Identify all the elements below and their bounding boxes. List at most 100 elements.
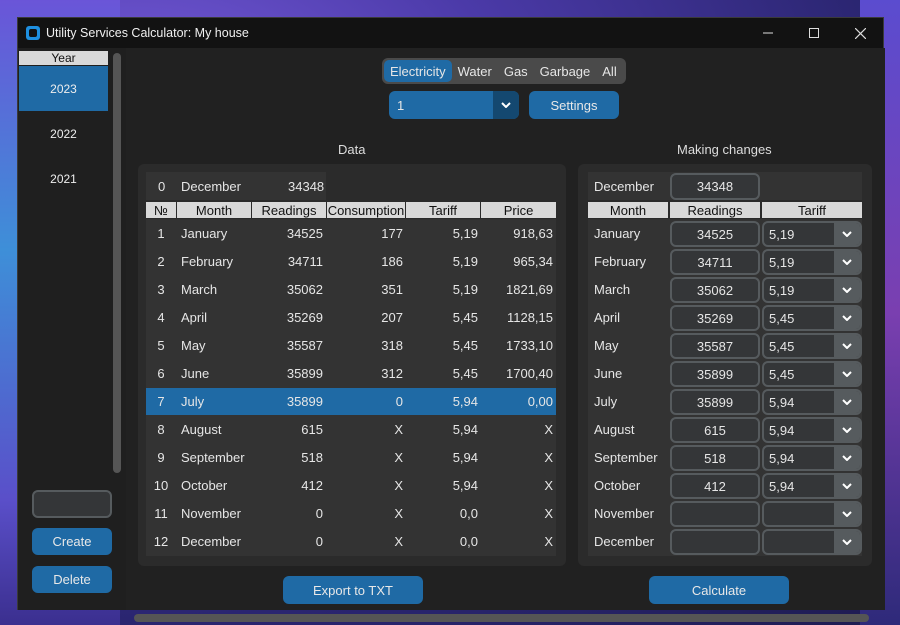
tariff-select-value: 5,94 [769,394,795,410]
tab-gas[interactable]: Gas [498,60,534,82]
table-row[interactable]: 11 November 0 X 0,0 X [138,500,566,527]
meter-select-value: 1 [397,97,405,113]
year-input[interactable] [32,490,112,518]
tariff-select[interactable]: 5,94 [762,389,862,415]
chevron-down-icon[interactable] [834,363,860,385]
start-month-label: December [594,179,654,194]
tariff-select-value: 5,45 [769,366,795,382]
maximize-button[interactable] [791,18,837,48]
reading-field[interactable]: 34525 [670,221,760,247]
tariff-select[interactable]: 5,45 [762,361,862,387]
close-icon [854,27,866,39]
chevron-down-icon[interactable] [834,419,860,441]
cell-tariff: 5,94 [452,394,478,409]
close-button[interactable] [837,18,883,48]
cell-readings: 0 [315,534,323,549]
cell-readings: 34525 [286,226,323,241]
chevron-down-icon[interactable] [834,335,860,357]
cell-no: 5 [157,338,165,353]
cell-consumption: 318 [381,338,403,353]
reading-field[interactable] [670,529,760,555]
chevron-down-icon[interactable] [834,279,860,301]
calculate-button[interactable]: Calculate [649,576,789,604]
chevron-down-icon[interactable] [834,223,860,245]
reading-field[interactable]: 615 [670,417,760,443]
reading-field[interactable]: 412 [670,473,760,499]
cell-consumption: 186 [381,254,403,269]
tab-water[interactable]: Water [452,60,498,82]
chevron-down-icon[interactable] [834,475,860,497]
chevron-down-icon[interactable] [493,91,519,119]
chevron-down-icon[interactable] [834,391,860,413]
tab-all[interactable]: All [596,60,622,82]
table-row[interactable]: 3 March 35062 351 5,19 1821,69 [138,276,566,303]
tariff-select[interactable]: 5,45 [762,305,862,331]
column-header-price: Price [481,202,556,218]
meter-select[interactable]: 1 [389,91,519,119]
column-header-no: № [146,202,176,218]
year-sidebar: Year 2023 2022 2021 Create Delete [18,48,126,610]
chevron-down-icon[interactable] [834,531,860,553]
tariff-select[interactable]: 5,94 [762,473,862,499]
month-label: September [594,450,658,465]
tariff-select[interactable] [762,529,862,555]
reading-field[interactable]: 35587 [670,333,760,359]
table-row[interactable]: 9 September 518 X 5,94 X [138,444,566,471]
year-item-2021[interactable]: 2021 [19,156,108,201]
table-row[interactable]: 5 May 35587 318 5,45 1733,10 [138,332,566,359]
year-item-2022[interactable]: 2022 [19,111,108,156]
tariff-select[interactable]: 5,19 [762,277,862,303]
cell-consumption: 0 [395,394,403,409]
cell-no: 6 [157,366,165,381]
reading-field[interactable]: 35062 [670,277,760,303]
reading-field[interactable]: 35899 [670,361,760,387]
cell-no: 9 [157,450,165,465]
tab-electricity[interactable]: Electricity [384,60,452,82]
tariff-select[interactable] [762,501,862,527]
tariff-select[interactable]: 5,45 [762,333,862,359]
tariff-select-value: 5,19 [769,254,795,270]
cell-price: 1821,69 [506,282,553,297]
year-item-2023[interactable]: 2023 [19,66,108,111]
chevron-down-icon[interactable] [834,251,860,273]
table-row[interactable]: 2 February 34711 186 5,19 965,34 [138,248,566,275]
tariff-select[interactable]: 5,19 [762,221,862,247]
sidebar-scrollbar[interactable] [113,53,121,473]
settings-button[interactable]: Settings [529,91,619,119]
reading-field[interactable]: 518 [670,445,760,471]
export-txt-button[interactable]: Export to TXT [283,576,423,604]
tab-garbage[interactable]: Garbage [534,60,597,82]
reading-field[interactable]: 35899 [670,389,760,415]
reading-field[interactable]: 35269 [670,305,760,331]
delete-button[interactable]: Delete [32,566,112,593]
cell-tariff: 5,45 [452,366,478,381]
cell-price: X [544,450,553,465]
chevron-down-icon[interactable] [834,447,860,469]
start-reading-field[interactable]: 34348 [670,173,760,200]
cell-no: 7 [157,394,165,409]
cell-tariff: 5,19 [452,226,478,241]
table-row[interactable]: 8 August 615 X 5,94 X [138,416,566,443]
tariff-select[interactable]: 5,94 [762,445,862,471]
reading-field[interactable] [670,501,760,527]
chevron-down-icon[interactable] [834,307,860,329]
tariff-select[interactable]: 5,94 [762,417,862,443]
table-row[interactable]: 4 April 35269 207 5,45 1128,15 [138,304,566,331]
cell-tariff: 5,94 [452,422,478,437]
reading-field[interactable]: 34711 [670,249,760,275]
table-row[interactable]: 12 December 0 X 0,0 X [138,528,566,555]
tariff-select[interactable]: 5,19 [762,249,862,275]
chevron-down-icon[interactable] [834,503,860,525]
table-row[interactable]: 7 July 35899 0 5,94 0,00 [138,388,566,415]
create-button[interactable]: Create [32,528,112,555]
cell-price: 1733,10 [506,338,553,353]
table-row[interactable]: 10 October 412 X 5,94 X [138,472,566,499]
edit-row: November [578,500,872,527]
month-label: October [594,478,641,493]
table-row[interactable]: 6 June 35899 312 5,45 1700,40 [138,360,566,387]
table-row[interactable]: 1 January 34525 177 5,19 918,63 [138,220,566,247]
edit-row: October 412 5,94 [578,472,872,499]
title-bar: Utility Services Calculator: My house [18,18,883,48]
horizontal-scrollbar[interactable] [134,614,869,622]
minimize-button[interactable] [745,18,791,48]
